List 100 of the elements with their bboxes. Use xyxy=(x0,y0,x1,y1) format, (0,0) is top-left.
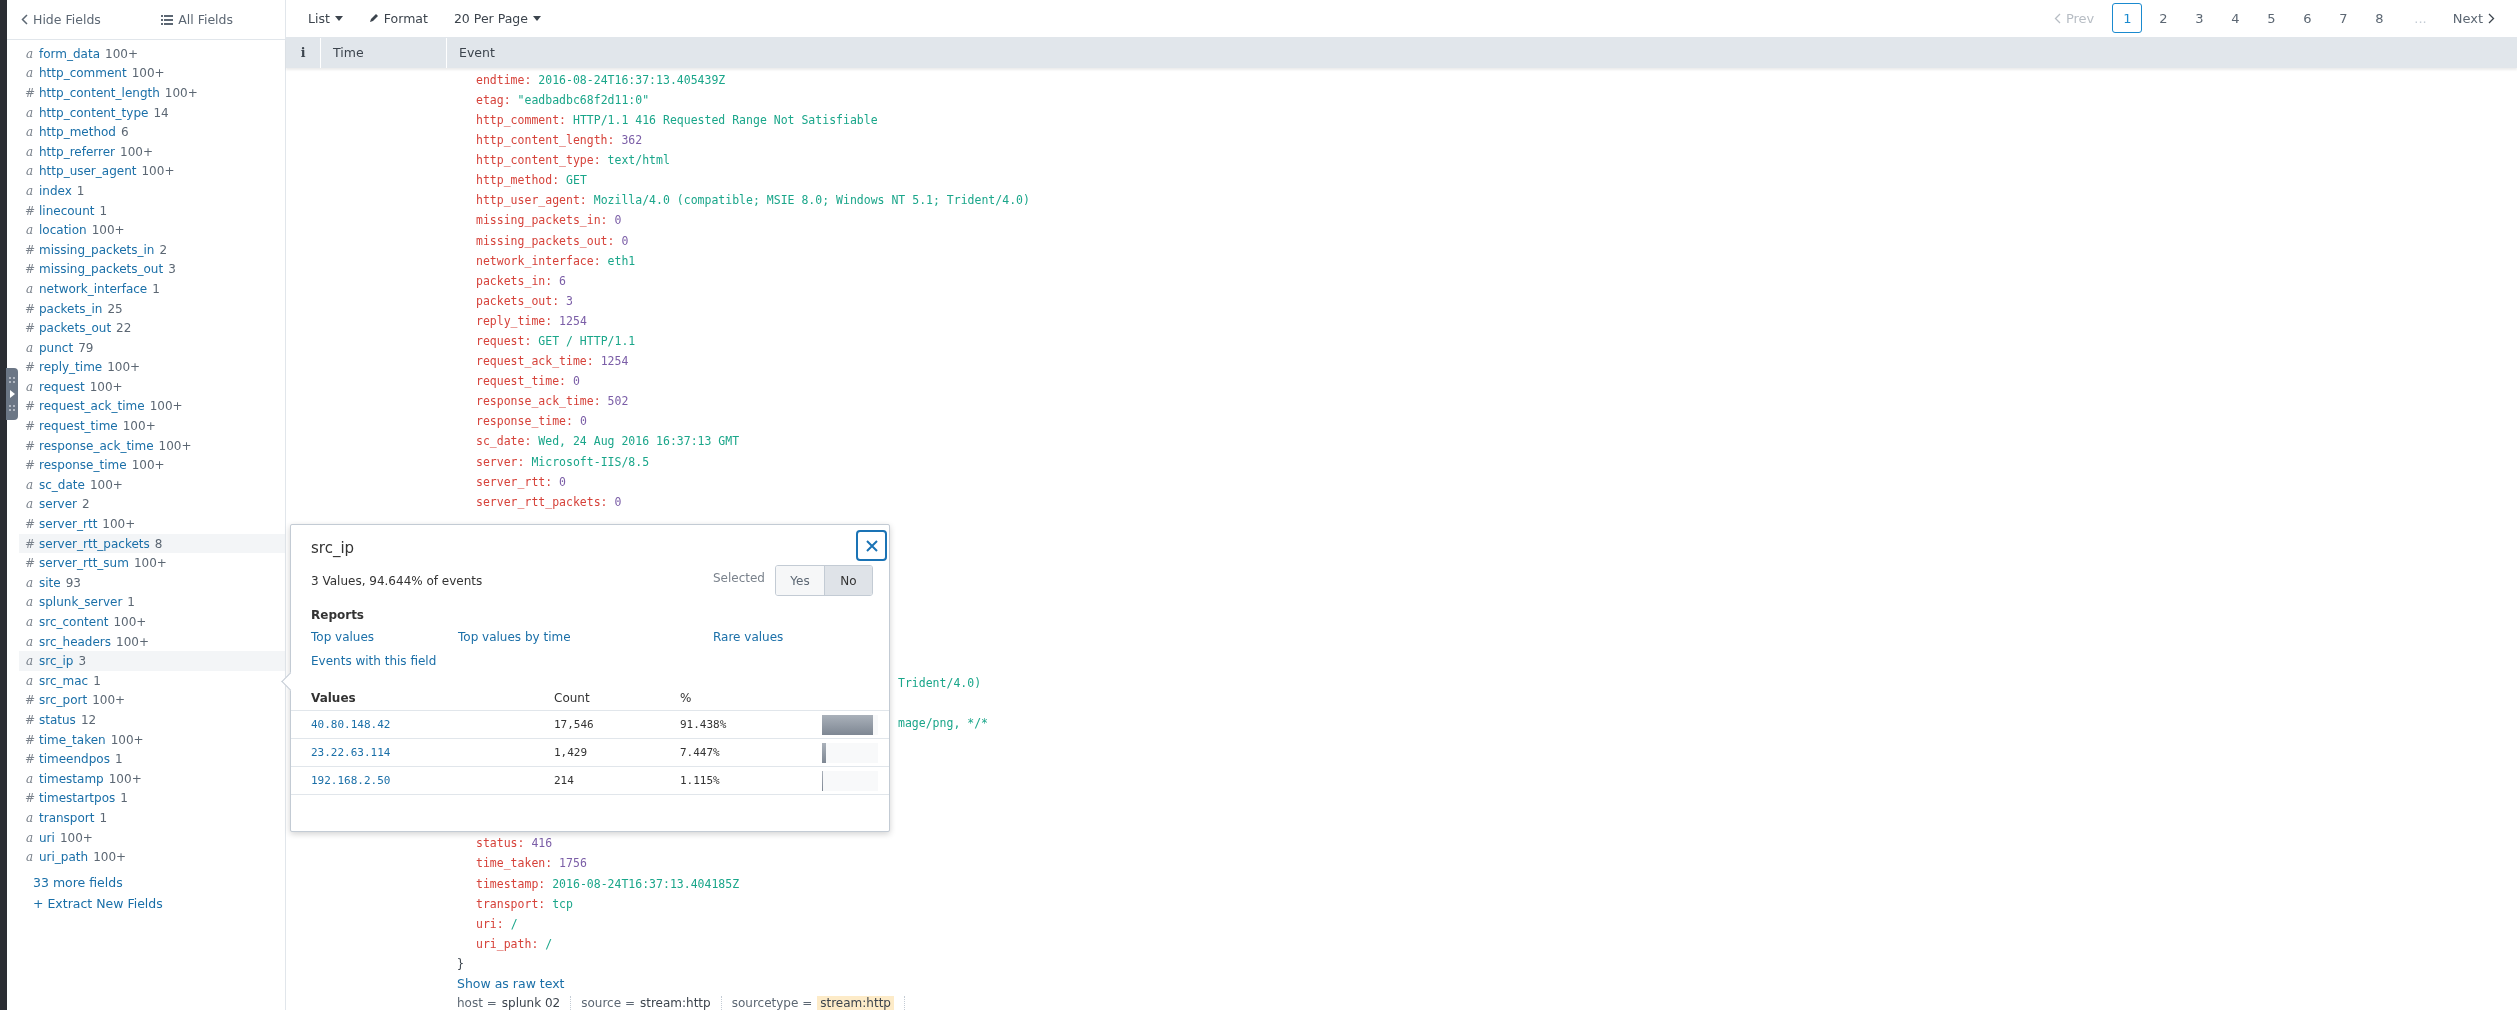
value-link[interactable]: 23.22.63.114 xyxy=(311,746,554,759)
field-type-icon: # xyxy=(25,301,34,316)
field-count: 100+ xyxy=(164,86,198,100)
field-count: 100+ xyxy=(141,164,175,179)
field-item[interactable]: # server_rtt 100+ xyxy=(19,514,285,534)
report-link[interactable]: Top values xyxy=(311,630,375,644)
field-item[interactable]: a site 93 xyxy=(19,573,285,593)
field-item[interactable]: # response_ack_time 100+ xyxy=(19,435,285,456)
field-item[interactable]: # response_time 100+ xyxy=(19,455,285,476)
field-item[interactable]: a sc_date 100+ xyxy=(19,475,285,495)
event-field-line: request_ack_time: 1254 xyxy=(475,353,629,371)
hide-fields-button[interactable]: Hide Fields xyxy=(21,12,101,27)
field-type-icon: # xyxy=(25,242,34,257)
field-item[interactable]: # timeendpos 1 xyxy=(19,749,285,769)
field-item[interactable]: # packets_in 25 xyxy=(19,298,285,319)
field-item[interactable]: a src_mac 1 xyxy=(19,671,285,691)
field-item[interactable]: a http_comment 100+ xyxy=(19,63,285,84)
field-item[interactable]: a src_content 100+ xyxy=(19,612,285,632)
format-button[interactable]: Format xyxy=(358,6,438,30)
field-count: 100+ xyxy=(89,379,123,394)
field-type-icon: a xyxy=(25,164,34,179)
field-item[interactable]: # missing_packets_in 2 xyxy=(19,239,285,260)
field-item[interactable]: # request_time 100+ xyxy=(19,416,285,436)
field-item[interactable]: a request 100+ xyxy=(19,377,285,397)
field-name: http_method xyxy=(39,125,116,140)
extract-fields-link[interactable]: + Extract New Fields xyxy=(7,895,285,911)
list-dropdown[interactable]: List xyxy=(298,6,353,30)
field-item[interactable]: # status 12 xyxy=(19,710,285,730)
field-item[interactable]: a timestamp 100+ xyxy=(19,768,285,789)
field-item[interactable]: # src_port 100+ xyxy=(19,690,285,711)
show-raw-text-link[interactable]: Show as raw text xyxy=(457,974,565,994)
field-item[interactable]: a http_user_agent 100+ xyxy=(19,161,285,182)
page-button[interactable]: 2 xyxy=(2148,3,2179,34)
field-item[interactable]: a network_interface 1 xyxy=(19,279,285,299)
field-item[interactable]: a location 100+ xyxy=(19,220,285,240)
page-button[interactable]: 1 xyxy=(2112,3,2143,34)
field-item[interactable]: a http_method 6 xyxy=(19,122,285,142)
field-item[interactable]: a uri 100+ xyxy=(19,827,285,848)
field-type-icon: a xyxy=(25,654,34,669)
field-name: src_content xyxy=(39,615,109,629)
value-link[interactable]: 192.168.2.50 xyxy=(311,774,554,787)
page-button[interactable]: 3 xyxy=(2184,3,2215,34)
field-name: http_comment xyxy=(39,66,127,81)
field-item[interactable]: # linecount 1 xyxy=(19,200,285,221)
report-link[interactable]: Top values by time xyxy=(458,630,571,644)
field-item[interactable]: a index 1 xyxy=(19,181,285,201)
page-button[interactable]: 8 xyxy=(2364,3,2395,34)
value-link[interactable]: 40.80.148.42 xyxy=(311,718,554,731)
field-item[interactable]: a form_data 100+ xyxy=(19,44,285,64)
field-type-icon: a xyxy=(25,673,34,688)
field-count: 100+ xyxy=(107,360,141,375)
field-item[interactable]: a server 2 xyxy=(19,494,285,515)
field-item[interactable]: a src_ip 3 xyxy=(19,651,285,671)
field-item[interactable]: # missing_packets_out 3 xyxy=(19,259,285,280)
field-item[interactable]: a transport 1 xyxy=(19,808,285,828)
field-name: server_rtt xyxy=(39,517,98,532)
more-fields-link[interactable]: 33 more fields xyxy=(7,874,285,890)
field-count: 8 xyxy=(154,536,163,551)
field-name: punct xyxy=(39,340,74,355)
field-name: uri_path xyxy=(39,850,89,865)
meta-value[interactable]: stream:http xyxy=(639,996,711,1010)
field-type-icon: a xyxy=(25,183,34,198)
event-text-fragment: Trident/4.0) xyxy=(898,674,982,692)
field-type-icon: # xyxy=(25,693,34,708)
page-button[interactable]: 4 xyxy=(2220,3,2251,34)
toggle-option[interactable]: No xyxy=(824,566,872,595)
meta-value[interactable]: stream:http xyxy=(817,996,894,1010)
field-item[interactable]: # reply_time 100+ xyxy=(19,357,285,378)
field-item[interactable]: # timestartpos 1 xyxy=(19,788,285,809)
all-fields-button[interactable]: All Fields xyxy=(161,12,233,27)
field-item[interactable]: # server_rtt_packets 8 xyxy=(19,533,285,554)
field-item[interactable]: a splunk_server 1 xyxy=(19,592,285,613)
page-button[interactable]: 6 xyxy=(2292,3,2323,34)
field-item[interactable]: a src_headers 100+ xyxy=(19,631,285,652)
field-type-icon: a xyxy=(25,379,34,394)
page-button[interactable]: 7 xyxy=(2328,3,2359,34)
field-type-icon: a xyxy=(25,634,34,649)
field-item[interactable]: # packets_out 22 xyxy=(19,318,285,338)
next-page-button[interactable]: Next xyxy=(2446,3,2501,34)
field-type-icon: # xyxy=(25,360,34,375)
meta-value[interactable]: splunk 02 xyxy=(501,996,561,1010)
event-field-line: endtime: 2016-08-24T16:37:13.405439Z xyxy=(475,71,726,89)
field-item[interactable]: a http_content_type 14 xyxy=(19,102,285,123)
collapse-handle-icon[interactable] xyxy=(6,368,18,420)
report-link[interactable]: Rare values xyxy=(713,630,784,644)
field-item[interactable]: a punct 79 xyxy=(19,337,285,358)
per-page-dropdown[interactable]: 20 Per Page xyxy=(443,6,551,30)
page-button[interactable]: 5 xyxy=(2256,3,2287,34)
selected-label: Selected xyxy=(712,570,765,585)
field-item[interactable]: # request_ack_time 100+ xyxy=(19,396,285,417)
field-count: 1 xyxy=(93,673,101,688)
field-item[interactable]: a http_referrer 100+ xyxy=(19,141,285,162)
field-item[interactable]: # time_taken 100+ xyxy=(19,729,285,750)
field-item[interactable]: a uri_path 100+ xyxy=(19,847,285,867)
field-item[interactable]: # server_rtt_sum 100+ xyxy=(19,553,285,574)
field-type-icon: # xyxy=(25,438,34,453)
close-icon[interactable] xyxy=(856,530,887,561)
report-link[interactable]: Events with this field xyxy=(311,654,437,668)
field-item[interactable]: # http_content_length 100+ xyxy=(19,83,285,103)
toggle-option[interactable]: Yes xyxy=(776,566,824,595)
